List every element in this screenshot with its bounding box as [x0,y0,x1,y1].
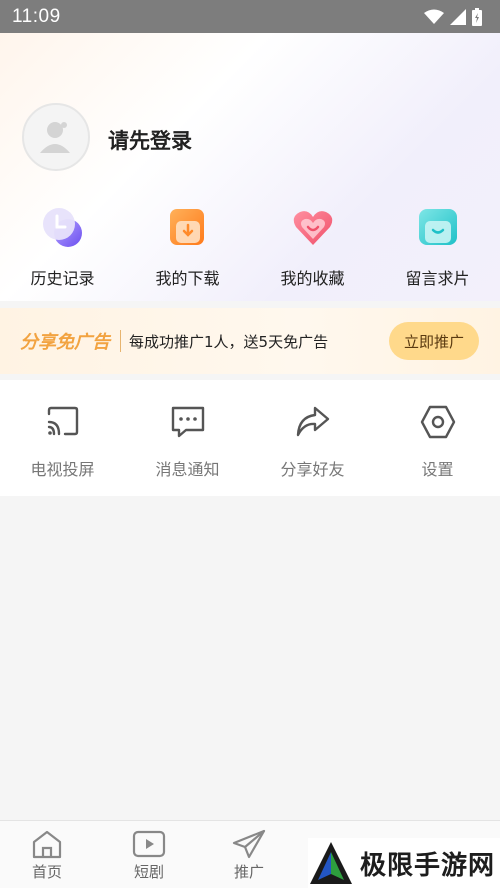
watermark: 极限手游网 [308,838,500,888]
home-icon [32,830,62,859]
share-icon [296,406,329,437]
quick-item-download[interactable]: 我的下载 [125,205,250,295]
quick-label-download: 我的下载 [155,269,220,288]
quick-label-history: 历史记录 [30,269,95,288]
cast-icon [47,406,78,436]
tools-panel: 电视投屏 消息通知 分享好友 设置 [0,380,500,496]
watermark-text: 极限手游网 [360,850,496,881]
quick-actions: 历史记录 我的下载 我的收藏 留言求片 [0,205,500,295]
wifi-icon [424,9,444,24]
quick-item-request[interactable]: 留言求片 [375,205,500,295]
promote-now-button[interactable]: 立即推广 [389,322,479,360]
download-icon [169,209,204,245]
tool-label-notify: 消息通知 [155,460,220,479]
nav-label-shorts: 短剧 [133,863,164,881]
tool-item-share[interactable]: 分享好友 [250,380,375,496]
favorite-icon [293,211,332,245]
quick-item-favorite[interactable]: 我的收藏 [250,205,375,295]
history-icon [42,208,82,247]
tool-item-cast[interactable]: 电视投屏 [0,380,125,496]
signal-icon [450,8,466,25]
nav-label-home: 首页 [31,863,62,881]
nav-item-promote[interactable]: 推广 [232,829,266,882]
tool-label-share: 分享好友 [280,460,345,479]
login-prompt[interactable]: 请先登录 [108,125,192,155]
play-icon [132,830,166,858]
nav-item-home[interactable]: 首页 [30,829,64,882]
tool-label-settings: 设置 [421,460,454,479]
chat-icon [171,406,204,438]
nav-label-promote: 推广 [233,863,264,881]
watermark-logo-icon [310,842,352,884]
avatar[interactable] [22,103,90,171]
status-icons [424,7,482,26]
settings-icon [420,405,455,439]
promo-divider [120,330,121,352]
promo-banner[interactable]: 分享免广告 每成功推广1人，送5天免广告 立即推广 [0,308,500,374]
quick-item-history[interactable]: 历史记录 [0,205,125,295]
battery-icon [472,7,482,26]
nav-item-shorts[interactable]: 短剧 [132,829,166,882]
status-bar: 11:09 [0,0,500,33]
promo-text: 每成功推广1人，送5天免广告 [129,332,329,351]
status-time: 11:09 [12,5,61,27]
avatar-placeholder-icon [40,122,70,153]
tool-label-cast: 电视投屏 [30,460,95,479]
send-icon [232,829,266,859]
tool-item-notify[interactable]: 消息通知 [125,380,250,496]
quick-label-request: 留言求片 [405,269,470,288]
promo-title: 分享免广告 [20,332,110,353]
quick-label-favorite: 我的收藏 [280,269,345,288]
message-request-icon [418,209,457,245]
profile-header: 请先登录 历史记录 我的下载 我的收藏 留言求片 [0,33,500,301]
tool-item-settings[interactable]: 设置 [375,380,500,496]
